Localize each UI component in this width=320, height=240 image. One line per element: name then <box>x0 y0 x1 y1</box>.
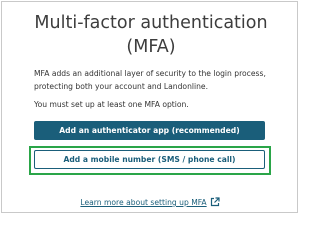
add-mobile-number-button[interactable]: Add a mobile number (SMS / phone call) <box>34 150 265 169</box>
requirement-text: You must set up at least one MFA option. <box>34 100 189 109</box>
learn-more-link[interactable]: Learn more about setting up MFA <box>80 198 206 207</box>
add-authenticator-app-button[interactable]: Add an authenticator app (recommended) <box>34 121 265 140</box>
description-line1: MFA adds an additional layer of security… <box>34 69 266 78</box>
learn-more-container: Learn more about setting up MFA <box>2 197 298 211</box>
description-line2: protecting both your account and Landonl… <box>34 81 208 91</box>
page-title-line2: (MFA) <box>126 37 176 57</box>
page-title-line1: Multi-factor authentication <box>34 13 268 33</box>
mfa-card: Multi-factor authentication (MFA) MFA ad… <box>1 1 298 213</box>
external-link-icon[interactable] <box>210 197 220 211</box>
